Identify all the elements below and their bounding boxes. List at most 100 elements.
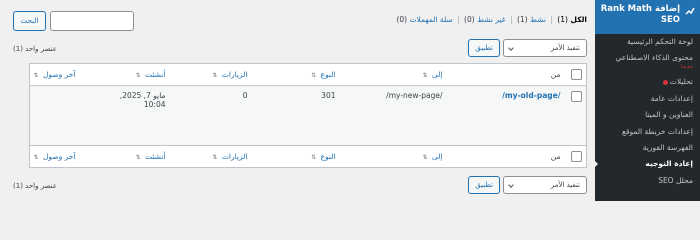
sort-icon: ⇅ (311, 154, 317, 161)
chevron-down-icon (508, 182, 514, 188)
filter-active[interactable]: نشط (1) (517, 15, 546, 24)
bulk-action-selected: تنفيذ الأمر (550, 181, 580, 189)
filter-all[interactable]: الكل (1) (557, 15, 587, 24)
cell-last-accessed (29, 85, 80, 146)
column-type[interactable]: النوع ⇅ (251, 145, 340, 168)
cell-type: 301 (251, 85, 340, 146)
sidebar-item-instant-indexing[interactable]: الفهرسة الفورية (595, 140, 700, 156)
sidebar-header-title: إضافة Rank Math SEO (600, 4, 680, 25)
column-created[interactable]: أنشئت ⇅ (79, 145, 170, 168)
column-to-label: إلى (431, 152, 443, 161)
column-hits[interactable]: الزيارات ⇅ (169, 63, 252, 86)
cell-to: /my-new-page/ (339, 85, 447, 146)
sidebar-item-label: محتوى الذكاء الاصطناعي (615, 53, 693, 63)
bulk-action-select[interactable]: تنفيذ الأمر (503, 176, 587, 194)
cell-hits: 0 (169, 85, 252, 146)
filter-trash-label: سلة المهملات (409, 15, 453, 24)
tablenav-top: تنفيذ الأمر تطبيق عنصر واحد (1) (0, 39, 595, 59)
bulk-action-select[interactable]: تنفيذ الأمر (503, 39, 587, 57)
table-header-row: من إلى ⇅ النوع ⇅ الزيارات ⇅ أنشئت ⇅ آخر … (29, 63, 587, 86)
column-from: من (446, 145, 565, 168)
current-page-arrow-icon (595, 160, 598, 169)
column-last-accessed[interactable]: آخر وصول ⇅ (29, 145, 80, 168)
sidebar-menu-header[interactable]: إضافة Rank Math SEO (595, 0, 700, 34)
sidebar-item-titles-meta[interactable]: العناوين و الميتا (595, 107, 700, 123)
redirect-source-link[interactable]: /my-old-page/ (502, 91, 560, 100)
sort-icon: ⇅ (135, 72, 141, 79)
column-created-label: أنشئت (145, 152, 166, 161)
sort-icon: ⇅ (422, 154, 428, 161)
filter-separator: | (510, 15, 513, 24)
sidebar-item-sitemap-settings[interactable]: إعدادات خريطة الموقع (595, 124, 700, 140)
filter-inactive[interactable]: غير نشط (0) (464, 15, 506, 24)
sort-icon: ⇅ (212, 154, 218, 161)
filter-active-count: (1) (517, 15, 528, 24)
admin-sidebar: إضافة Rank Math SEO لوحة التحكم الرئيسية… (595, 0, 700, 201)
sidebar-item-ai-content[interactable]: محتوى الذكاء الاصطناعي جديدا (595, 50, 700, 74)
search-input[interactable] (50, 11, 134, 31)
sidebar-item-label: تحليلات (669, 77, 693, 87)
table-row: /my-old-page/ /my-new-page/ 301 0 مايو 7… (29, 85, 587, 146)
notification-dot-icon (662, 79, 668, 85)
filter-all-count: (1) (557, 15, 568, 24)
items-count: عنصر واحد (1) (13, 182, 57, 190)
filter-trash[interactable]: سلة المهملات (0) (396, 15, 452, 24)
column-from: من (446, 63, 565, 86)
cell-from: /my-old-page/ (446, 85, 565, 146)
filter-all-label: الكل (570, 15, 587, 24)
filter-separator: | (550, 15, 553, 24)
filter-active-label: نشط (530, 15, 546, 24)
column-last-accessed-label: آخر وصول (42, 70, 76, 79)
sidebar-item-general-settings[interactable]: إعدادات عامة (595, 91, 700, 107)
created-time: 10:04 (143, 100, 166, 109)
sort-icon: ⇅ (135, 154, 141, 161)
created-date: مايو 7, 2025, (119, 91, 166, 100)
filter-trash-count: (0) (396, 15, 408, 24)
column-created-label: أنشئت (145, 70, 166, 79)
sidebar-item-dashboard[interactable]: لوحة التحكم الرئيسية (595, 34, 700, 50)
table-footer-row: من إلى ⇅ النوع ⇅ الزيارات ⇅ أنشئت ⇅ آخر … (29, 145, 587, 168)
bulk-actions: تنفيذ الأمر تطبيق (468, 176, 587, 194)
cell-created: مايو 7, 2025, 10:04 (79, 85, 170, 146)
sort-icon: ⇅ (311, 72, 317, 79)
sort-icon: ⇅ (33, 154, 39, 161)
column-last-accessed[interactable]: آخر وصول ⇅ (29, 63, 80, 86)
column-hits-label: الزيارات (221, 70, 248, 79)
tablenav-bottom: تنفيذ الأمر تطبيق عنصر واحد (1) (0, 176, 595, 196)
redirections-table: من إلى ⇅ النوع ⇅ الزيارات ⇅ أنشئت ⇅ آخر … (28, 63, 587, 168)
sort-icon: ⇅ (33, 72, 39, 79)
filter-inactive-label: غير نشط (477, 15, 506, 24)
select-all-checkbox[interactable] (571, 69, 582, 80)
sidebar-item-label: إعادة التوجيه (645, 159, 693, 169)
filter-inactive-count: (0) (464, 15, 475, 24)
sidebar-item-analytics[interactable]: تحليلات (595, 74, 700, 90)
select-all-checkbox[interactable] (571, 151, 582, 162)
rank-math-logo-icon (685, 7, 695, 15)
main-content: الكل (1) | نشط (1) | غير نشط (0) | سلة ا… (0, 0, 595, 201)
column-type[interactable]: النوع ⇅ (251, 63, 340, 86)
sidebar-item-redirections[interactable]: إعادة التوجيه (595, 156, 700, 172)
column-to[interactable]: إلى ⇅ (339, 145, 447, 168)
column-hits-label: الزيارات (221, 152, 248, 161)
row-checkbox-cell (564, 85, 587, 146)
select-all-cell (564, 63, 587, 86)
select-all-cell (564, 145, 587, 168)
sidebar-item-seo-analyzer[interactable]: محلل SEO (595, 173, 700, 189)
column-type-label: النوع (320, 70, 336, 79)
apply-button[interactable]: تطبيق (468, 39, 500, 57)
search-button[interactable]: البحث (13, 11, 46, 31)
new-badge: جديدا (680, 64, 693, 71)
sort-icon: ⇅ (422, 72, 428, 79)
column-to[interactable]: إلى ⇅ (339, 63, 447, 86)
apply-button[interactable]: تطبيق (468, 176, 500, 194)
filter-separator: | (457, 15, 460, 24)
column-last-accessed-label: آخر وصول (42, 152, 76, 161)
bulk-action-selected: تنفيذ الأمر (550, 44, 580, 52)
sort-icon: ⇅ (212, 72, 218, 79)
row-checkbox[interactable] (571, 91, 582, 102)
bulk-actions: تنفيذ الأمر تطبيق (468, 39, 587, 57)
column-created[interactable]: أنشئت ⇅ (79, 63, 170, 86)
column-hits[interactable]: الزيارات ⇅ (169, 145, 252, 168)
column-to-label: إلى (431, 70, 443, 79)
items-count: عنصر واحد (1) (13, 45, 57, 53)
